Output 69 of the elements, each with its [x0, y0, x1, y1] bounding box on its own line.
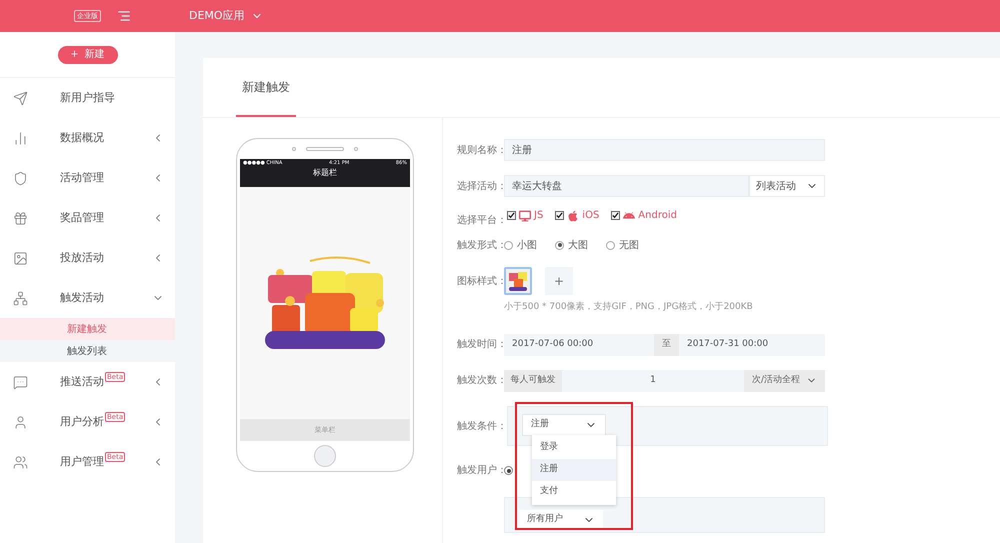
platform-checkbox[interactable]: Android [611, 208, 677, 223]
field-label: 选择活动： [457, 180, 504, 194]
field-label: 图标样式： [457, 274, 504, 288]
activity-field[interactable]: 幸运大转盘 [504, 175, 749, 197]
field-label: 触发条件： [457, 420, 507, 432]
network-icon [13, 290, 28, 306]
activity-type-select[interactable]: 列表活动 [749, 175, 825, 197]
apple-icon [567, 210, 580, 222]
menu-toggle-icon[interactable] [117, 9, 131, 23]
platform-checkbox[interactable]: iOS [555, 208, 600, 223]
gift-icon [13, 210, 28, 226]
field-label: 触发时间： [457, 338, 504, 352]
phone-speaker-icon [306, 147, 344, 151]
checkbox[interactable] [555, 211, 564, 220]
count-field[interactable]: 1 [562, 370, 744, 392]
bar-chart-icon [13, 130, 28, 146]
sidebar-item[interactable]: 奖品管理 [0, 198, 175, 238]
upload-hint: 小于500 * 700像素，支持GIF，PNG，JPG格式，小于200KB [504, 301, 754, 314]
platform-label: iOS [582, 209, 600, 223]
radio-option[interactable]: 小图 [504, 238, 537, 252]
field-label: 触发形式： [457, 238, 504, 252]
range-separator: 至 [654, 334, 679, 356]
sidebar-item[interactable]: 活动管理 [0, 158, 175, 198]
phone-sensor-icon [292, 147, 296, 151]
radio-option[interactable]: 大图 [555, 238, 588, 252]
count-unit-select[interactable]: 次/活动全程 [744, 370, 825, 392]
users-select[interactable]: 所有用户 [519, 510, 603, 530]
field-label: 规则名称： [457, 144, 504, 158]
monitor-icon [519, 210, 531, 222]
field-label: 触发用户： [457, 464, 504, 478]
icon-thumbnail[interactable] [504, 267, 532, 295]
check-icon [508, 212, 515, 219]
rule-name-field[interactable]: 注册 [504, 139, 825, 161]
users-icon [13, 454, 28, 470]
sidebar-item[interactable]: 新用户指导 [0, 78, 175, 118]
sidebar-item[interactable]: 触发活动 [0, 278, 175, 318]
user-icon [13, 414, 28, 430]
checkbox[interactable] [611, 211, 620, 220]
add-icon-button[interactable]: + [545, 267, 573, 295]
field-label: 触发次数： [457, 374, 504, 388]
sidebar-item[interactable]: 投放活动 [0, 238, 175, 278]
sidebar-item[interactable]: 数据概况 [0, 118, 175, 158]
dropdown-option[interactable]: 注册 [532, 459, 616, 481]
checkbox[interactable] [507, 211, 516, 220]
check-icon [556, 212, 564, 219]
phone-sensor-icon [354, 147, 358, 151]
phone-title: 标题栏 [312, 167, 338, 179]
submenu-item[interactable]: 触发列表 [0, 340, 175, 362]
image-icon [13, 250, 28, 266]
platform-checkbox[interactable]: JS [507, 208, 544, 223]
chat-icon [13, 374, 28, 390]
shield-icon [13, 170, 28, 186]
tab[interactable]: 新建触发 [236, 58, 296, 117]
radio-button[interactable] [504, 466, 513, 475]
platform-label: JS [534, 209, 544, 223]
end-time-field[interactable]: 2017-07-31 00:00 [679, 334, 825, 356]
count-prefix: 每人可触发 [504, 370, 562, 392]
paper-plane-icon [13, 90, 28, 106]
dropdown-option[interactable]: 支付 [532, 481, 616, 503]
condition-select[interactable]: 注册 [522, 414, 606, 436]
new-button[interactable]: + 新建 [58, 46, 118, 64]
check-icon [612, 212, 620, 219]
field-label: 选择平台： [457, 215, 507, 226]
radio-option[interactable]: 无图 [606, 238, 639, 252]
start-time-field[interactable]: 2017-07-06 00:00 [504, 334, 654, 356]
app-switcher[interactable]: DEMO应用 [189, 8, 263, 24]
android-icon [623, 210, 636, 222]
platform-label: Android [638, 209, 677, 223]
dropdown-option[interactable]: 登录 [532, 437, 616, 459]
